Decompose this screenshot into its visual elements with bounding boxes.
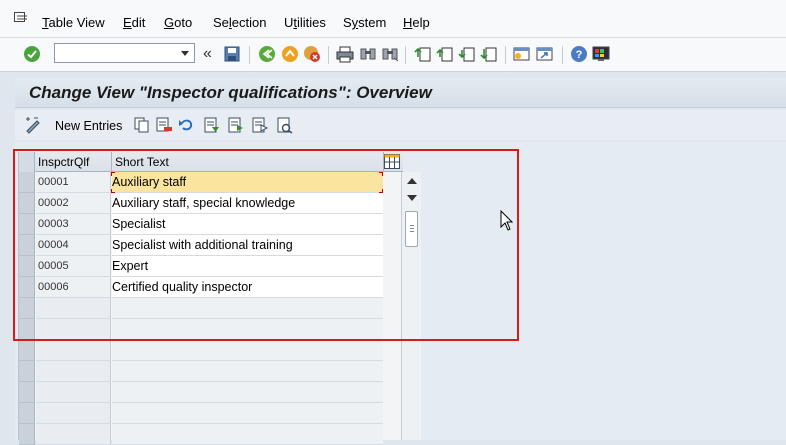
empty-table-row: [19, 382, 383, 403]
print-field-icon[interactable]: [275, 115, 295, 135]
mouse-cursor-icon: [500, 210, 514, 231]
menu-table-view[interactable]: Table View: [42, 15, 105, 30]
display-change-icon[interactable]: [23, 115, 43, 135]
chevron-down-icon[interactable]: [181, 51, 189, 56]
cancel-icon[interactable]: [302, 44, 322, 64]
application-toolbar: New Entries: [15, 110, 786, 140]
cell-inspctrqlf: [36, 424, 111, 445]
menu-help[interactable]: Help: [403, 15, 430, 30]
cell-inspctrqlf: [36, 340, 111, 361]
toolbar-separator: [405, 46, 406, 64]
print-icon[interactable]: [335, 44, 355, 64]
cell-short-text[interactable]: [112, 382, 383, 403]
menu-system[interactable]: System: [343, 15, 386, 30]
cell-short-text[interactable]: [112, 424, 383, 445]
collapse-icon[interactable]: «: [203, 46, 212, 62]
standard-toolbar: « ?: [0, 38, 786, 72]
first-page-icon[interactable]: [413, 44, 433, 64]
menu-utilities[interactable]: Utilities: [284, 15, 326, 30]
cell-inspctrqlf: [36, 403, 111, 424]
menu-edit[interactable]: Edit: [123, 15, 145, 30]
find-next-icon[interactable]: [380, 44, 400, 64]
select-block-icon[interactable]: [226, 115, 246, 135]
back-icon[interactable]: [257, 44, 277, 64]
row-selector[interactable]: [19, 382, 35, 403]
highlight-frame: [13, 149, 519, 341]
page-title: Change View "Inspector qualifications": …: [29, 83, 432, 102]
empty-table-row: [19, 403, 383, 424]
delete-icon[interactable]: [154, 115, 174, 135]
create-session-icon[interactable]: [512, 44, 532, 64]
cell-inspctrqlf: [36, 361, 111, 382]
last-page-icon[interactable]: [479, 44, 499, 64]
enter-icon[interactable]: [22, 44, 42, 64]
next-page-icon[interactable]: [457, 44, 477, 64]
copy-icon[interactable]: [132, 115, 152, 135]
svg-text:?: ?: [576, 49, 583, 61]
row-selector[interactable]: [19, 340, 35, 361]
system-menu-icon[interactable]: [14, 12, 28, 24]
deselect-all-icon[interactable]: [250, 115, 270, 135]
toolbar-separator: [562, 46, 563, 64]
toolbar-separator: [505, 46, 506, 64]
customize-layout-icon[interactable]: [591, 44, 611, 64]
cell-inspctrqlf: [36, 382, 111, 403]
command-field[interactable]: [54, 43, 195, 63]
save-icon[interactable]: [222, 44, 242, 64]
menu-goto[interactable]: Goto: [164, 15, 192, 30]
cell-short-text[interactable]: [112, 403, 383, 424]
exit-icon[interactable]: [280, 44, 300, 64]
menu-bar: Table View Edit Goto Selection Utilities…: [0, 0, 786, 38]
find-icon[interactable]: [358, 44, 378, 64]
help-icon[interactable]: ?: [569, 44, 589, 64]
command-input[interactable]: [55, 44, 175, 62]
row-selector[interactable]: [19, 424, 35, 445]
undo-icon[interactable]: [176, 115, 196, 135]
toolbar-separator: [249, 46, 250, 64]
title-bar: Change View "Inspector qualifications": …: [15, 78, 786, 108]
toolbar-separator: [328, 46, 329, 64]
empty-table-row: [19, 340, 383, 361]
row-selector[interactable]: [19, 403, 35, 424]
empty-table-row: [19, 424, 383, 445]
previous-page-icon[interactable]: [435, 44, 455, 64]
row-selector[interactable]: [19, 361, 35, 382]
new-entries-button[interactable]: New Entries: [55, 119, 122, 133]
cell-short-text[interactable]: [112, 340, 383, 361]
select-all-icon[interactable]: [202, 115, 222, 135]
shortcut-icon[interactable]: [535, 44, 555, 64]
menu-selection[interactable]: Selection: [213, 15, 267, 30]
cell-short-text[interactable]: [112, 361, 383, 382]
empty-table-row: [19, 361, 383, 382]
